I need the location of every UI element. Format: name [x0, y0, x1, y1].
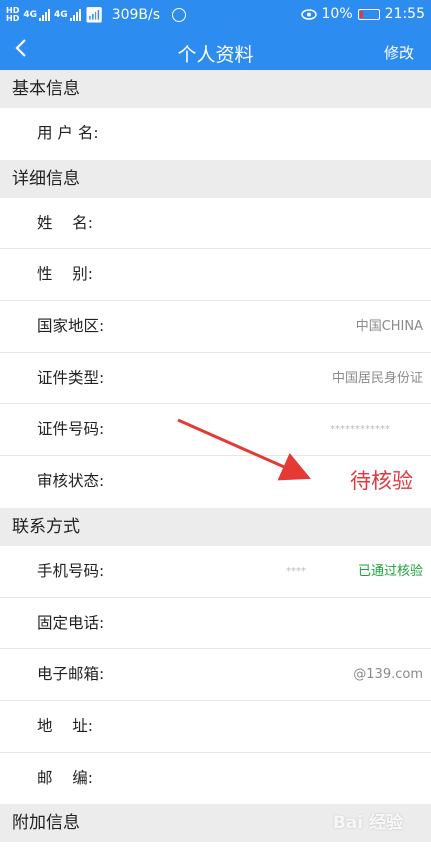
zip-label: 邮 编:	[37, 768, 93, 787]
status-left: HD HD 4G 4G 📶︎ 309B/s	[6, 6, 187, 24]
landline-label: 固定电话:	[37, 613, 105, 632]
nav-bar: 个人资料 修改	[0, 32, 431, 70]
review-status-label: 审核状态:	[37, 472, 105, 491]
row-review-status[interactable]: 审核状态: 待核验	[0, 456, 431, 508]
section-detail-info: 详细信息	[0, 159, 431, 198]
id-number-value: ************	[330, 424, 390, 436]
id-type-label: 证件类型:	[37, 368, 105, 387]
status-right: 10% 21:55	[300, 6, 425, 22]
row-mobile[interactable]: 手机号码: **** 已通过核验	[0, 545, 431, 598]
row-gender[interactable]: 性 别:	[0, 249, 431, 302]
profile-content: 基本信息 用 户 名: 详细信息 姓 名: 性 别: 国家地区: 中国CHINA…	[0, 70, 431, 843]
baidu-watermark: Bai 经验	[332, 813, 403, 833]
network-type-4g-2: 4G	[54, 10, 68, 20]
battery-icon	[357, 8, 380, 20]
section-contact: 联系方式	[0, 507, 431, 546]
country-value: 中国CHINA	[355, 319, 423, 335]
signal-icon	[39, 9, 50, 21]
edit-button[interactable]: 修改	[384, 42, 414, 63]
row-id-number[interactable]: 证件号码: ************	[0, 404, 431, 457]
mobile-verified-badge: 已通过核验	[357, 563, 423, 579]
address-label: 地 址:	[37, 716, 93, 735]
gender-label: 性 别:	[37, 265, 93, 284]
username-label: 用 户 名:	[37, 124, 99, 142]
battery-percent: 10%	[321, 6, 353, 22]
id-number-label: 证件号码:	[37, 420, 105, 439]
wifi-icon: 📶︎	[84, 6, 104, 24]
row-country[interactable]: 国家地区: 中国CHINA	[0, 301, 431, 353]
email-value: @139.com	[353, 667, 423, 683]
page-title: 个人资料	[177, 44, 254, 66]
row-name[interactable]: 姓 名:	[0, 197, 431, 250]
mobile-label: 手机号码:	[37, 561, 105, 580]
row-username[interactable]: 用 户 名:	[0, 108, 431, 160]
signal-icon-2	[69, 9, 81, 21]
row-zip[interactable]: 邮 编:	[0, 752, 431, 805]
status-bar: HD HD 4G 4G 📶︎ 309B/s 10% 21:55	[0, 0, 431, 32]
section-basic-info: 基本信息	[0, 70, 431, 108]
row-landline[interactable]: 固定电话:	[0, 597, 431, 650]
row-email[interactable]: 电子邮箱: @139.com	[0, 649, 431, 701]
row-id-type[interactable]: 证件类型: 中国居民身份证	[0, 352, 431, 405]
eye-icon	[300, 8, 317, 20]
review-status-value: 待核验	[350, 469, 413, 494]
country-label: 国家地区:	[37, 317, 105, 336]
row-address[interactable]: 地 址:	[0, 700, 431, 753]
hd-icon: HD HD	[6, 6, 20, 23]
mobile-value: ****	[286, 565, 306, 577]
clock: 21:55	[384, 6, 425, 22]
email-label: 电子邮箱:	[37, 665, 105, 684]
id-type-value: 中国居民身份证	[331, 370, 423, 386]
name-label: 姓 名:	[37, 213, 93, 232]
network-speed: 309B/s	[111, 7, 161, 23]
network-type-4g: 4G	[23, 10, 37, 20]
app-notification-icon	[172, 8, 187, 22]
